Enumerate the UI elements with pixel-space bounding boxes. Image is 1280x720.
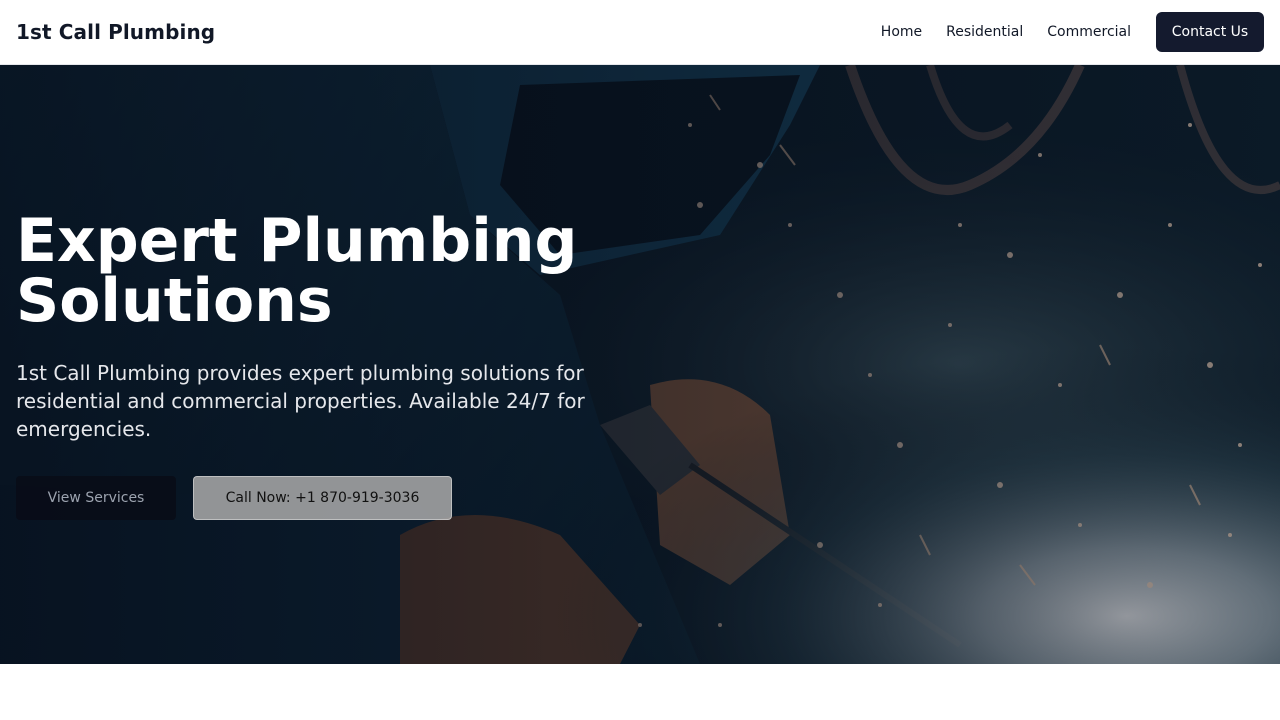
- hero-content: Expert Plumbing Solutions 1st Call Plumb…: [16, 211, 636, 520]
- nav-link-commercial[interactable]: Commercial: [1047, 24, 1131, 40]
- nav-link-residential[interactable]: Residential: [946, 24, 1023, 40]
- nav-link-home[interactable]: Home: [881, 24, 922, 40]
- hero-title: Expert Plumbing Solutions: [16, 211, 636, 331]
- contact-us-button[interactable]: Contact Us: [1156, 12, 1264, 52]
- hero-title-line-2: Solutions: [16, 266, 333, 336]
- view-services-button[interactable]: View Services: [16, 476, 176, 520]
- site-header: 1st Call Plumbing Home Residential Comme…: [0, 0, 1280, 65]
- brand-logo-link[interactable]: 1st Call Plumbing: [16, 20, 215, 44]
- hero-actions: View Services Call Now: +1 870-919-3036: [16, 476, 636, 520]
- hero-title-line-1: Expert Plumbing: [16, 206, 578, 276]
- call-now-button[interactable]: Call Now: +1 870-919-3036: [193, 476, 452, 520]
- main-nav: Home Residential Commercial Contact Us: [881, 12, 1264, 52]
- hero-section: Expert Plumbing Solutions 1st Call Plumb…: [0, 65, 1280, 664]
- hero-description: 1st Call Plumbing provides expert plumbi…: [16, 361, 585, 441]
